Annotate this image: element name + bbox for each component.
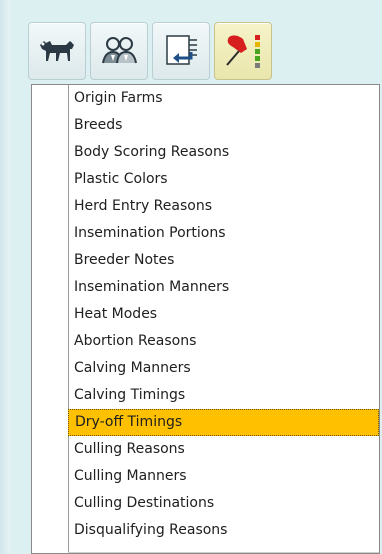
- list-item[interactable]: Culling Reasons: [68, 436, 379, 463]
- list-item[interactable]: Plastic Colors: [68, 166, 379, 193]
- toolbar: [22, 16, 370, 80]
- list-item[interactable]: Herd Entry Reasons: [68, 193, 379, 220]
- list-item[interactable]: Disqualifying Reasons: [68, 517, 379, 544]
- window: Origin Farms Breeds Body Scoring Reasons Pl…: [0, 0, 382, 554]
- import-list-icon: [161, 32, 201, 70]
- list-item[interactable]: Heat Modes: [68, 301, 379, 328]
- list-item[interactable]: Abortion Reasons: [68, 328, 379, 355]
- people-icon: [99, 33, 139, 69]
- list-gutter: [32, 85, 69, 553]
- people-button[interactable]: [90, 22, 148, 80]
- list-item[interactable]: Calving Manners: [68, 355, 379, 382]
- list-item[interactable]: Insemination Portions: [68, 220, 379, 247]
- pushpin-button[interactable]: [214, 22, 272, 80]
- cow-button[interactable]: [28, 22, 86, 80]
- list-item[interactable]: Culling Manners: [68, 463, 379, 490]
- list-item[interactable]: Insemination Manners: [68, 274, 379, 301]
- window-edge: [0, 0, 10, 554]
- list-item[interactable]: Breeder Notes: [68, 247, 379, 274]
- list-bottom-border: [68, 552, 379, 553]
- cow-icon: [36, 33, 78, 69]
- list-item[interactable]: Calving Timings: [68, 382, 379, 409]
- list-item[interactable]: Body Scoring Reasons: [68, 139, 379, 166]
- lookup-list: Origin Farms Breeds Body Scoring Reasons Pl…: [31, 84, 380, 554]
- list-item[interactable]: Breeds: [68, 112, 379, 139]
- list-items: Origin Farms Breeds Body Scoring Reasons Pl…: [68, 85, 379, 544]
- list-item-selected[interactable]: Dry-off Timings: [68, 409, 379, 436]
- list-item[interactable]: Origin Farms: [68, 85, 379, 112]
- list-item[interactable]: Culling Destinations: [68, 490, 379, 517]
- pushpin-icon: [221, 31, 265, 71]
- import-list-button[interactable]: [152, 22, 210, 80]
